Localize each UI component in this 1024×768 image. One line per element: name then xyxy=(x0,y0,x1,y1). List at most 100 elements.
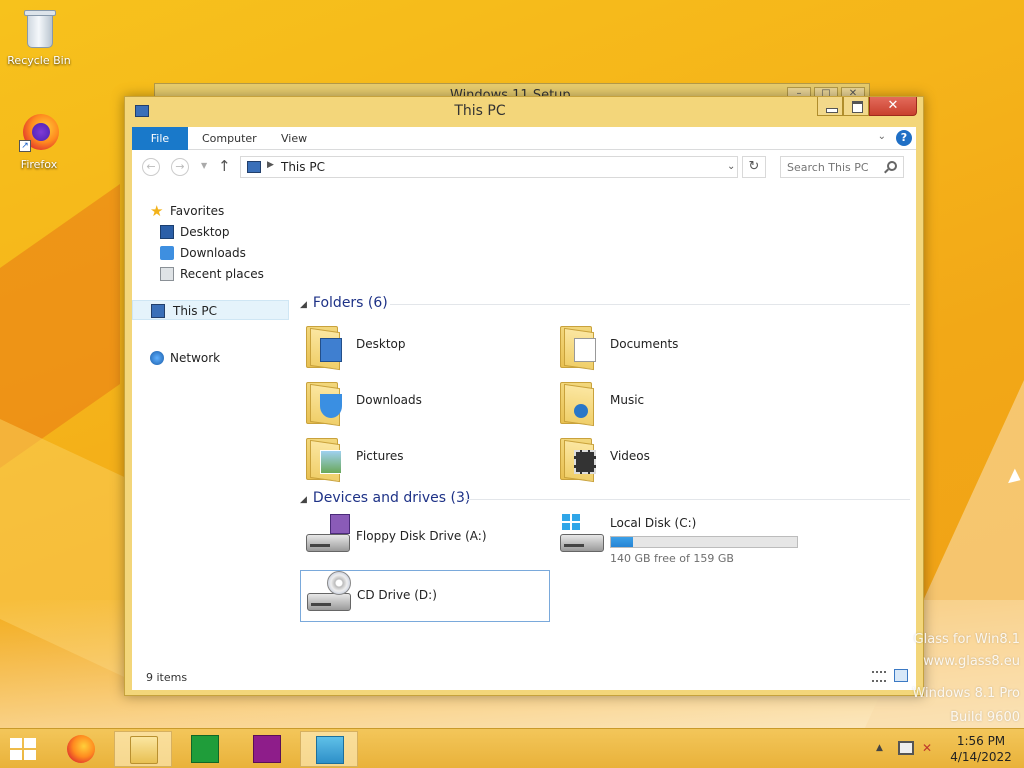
computer-icon xyxy=(151,304,165,318)
recent-places-icon xyxy=(160,267,174,281)
watermark-line: www.glass8.eu xyxy=(923,654,1020,669)
close-button[interactable]: ✕ xyxy=(869,97,917,116)
folder-label: Desktop xyxy=(356,337,406,351)
desktop-icon xyxy=(160,225,174,239)
shortcut-arrow-icon: ↗ xyxy=(19,140,31,152)
desktop-icon-firefox[interactable]: ↗ Firefox xyxy=(3,112,75,171)
disk-free-space: 140 GB free of 159 GB xyxy=(610,552,734,565)
show-hidden-icons-icon[interactable]: ▲ xyxy=(876,743,883,753)
desktop-icon-recycle-bin[interactable]: Recycle Bin xyxy=(3,8,75,67)
watermark-line: Build 9600 xyxy=(950,710,1020,725)
collapse-icon[interactable]: ◢ xyxy=(300,495,307,505)
drive-label: CD Drive (D:) xyxy=(357,588,437,602)
folder-desktop[interactable]: Desktop xyxy=(300,320,550,372)
sidebar-item-label: Recent places xyxy=(180,267,264,281)
help-icon[interactable]: ? xyxy=(896,130,912,146)
folder-documents[interactable]: Documents xyxy=(554,320,804,372)
start-button[interactable] xyxy=(10,738,38,762)
drive-cd[interactable]: CD Drive (D:) xyxy=(300,570,550,622)
windows-logo-icon xyxy=(562,514,580,530)
downloads-icon xyxy=(160,246,174,260)
folder-label: Videos xyxy=(610,449,650,463)
disk-usage-bar xyxy=(610,536,798,548)
sidebar-item-label: Downloads xyxy=(180,246,246,260)
folder-music[interactable]: Music xyxy=(554,376,804,428)
hard-drive-icon xyxy=(560,514,604,552)
volume-muted-icon[interactable]: ✕ xyxy=(922,741,936,755)
up-button[interactable]: ↑ xyxy=(218,157,231,175)
group-header-folders[interactable]: ◢ Folders (6) xyxy=(300,295,388,311)
group-header-label: Folders (6) xyxy=(312,295,388,311)
drive-local-disk[interactable]: Local Disk (C:) 140 GB free of 159 GB xyxy=(554,512,804,565)
star-icon: ★ xyxy=(150,202,164,220)
taskbar-item-camera[interactable] xyxy=(238,731,296,767)
network-status-icon[interactable] xyxy=(898,741,914,755)
title-bar[interactable]: This PC ✕ xyxy=(125,97,923,127)
film-strip-icon xyxy=(574,450,596,474)
drive-label: Floppy Disk Drive (A:) xyxy=(356,529,487,543)
folder-label: Downloads xyxy=(356,393,422,407)
expand-ribbon-icon[interactable]: ⌄ xyxy=(878,131,886,142)
taskbar-item-store[interactable] xyxy=(176,731,234,767)
tab-file[interactable]: File xyxy=(132,127,188,150)
search-input[interactable] xyxy=(787,158,885,176)
sidebar-item-label: Favorites xyxy=(170,204,225,218)
sidebar-item-label: Desktop xyxy=(180,225,230,239)
maximize-button[interactable] xyxy=(843,97,869,116)
folder-icon xyxy=(306,322,344,371)
setup-icon xyxy=(316,736,344,764)
taskbar-item-file-explorer[interactable] xyxy=(114,731,172,767)
refresh-button[interactable]: ↻ xyxy=(742,156,766,178)
watermark-line: Glass for Win8.1 xyxy=(913,632,1020,647)
folder-label: Documents xyxy=(610,337,679,351)
document-icon xyxy=(574,338,596,362)
folder-downloads[interactable]: Downloads xyxy=(300,376,550,428)
folder-icon xyxy=(560,322,598,371)
window-title: This PC xyxy=(454,103,506,119)
search-box[interactable] xyxy=(780,156,904,178)
desktop-icon xyxy=(320,338,342,362)
navigation-pane: ★ Favorites Desktop Downloads Recent pla… xyxy=(132,195,292,665)
large-icons-view-icon[interactable] xyxy=(894,669,908,682)
forward-button[interactable]: → xyxy=(171,158,189,176)
group-header-devices[interactable]: ◢ Devices and drives (3) xyxy=(300,490,470,506)
watermark-line: Windows 8.1 Pro xyxy=(912,686,1020,701)
status-bar: 9 items xyxy=(132,665,916,689)
search-icon[interactable] xyxy=(887,161,897,171)
collapse-icon[interactable]: ◢ xyxy=(300,300,307,310)
folder-pictures[interactable]: Pictures xyxy=(300,432,550,484)
folder-icon xyxy=(306,434,344,483)
address-bar[interactable]: ▶ This PC ⌄ xyxy=(240,156,738,178)
desktop-icon-label: Recycle Bin xyxy=(7,54,71,67)
group-header-label: Devices and drives (3) xyxy=(312,490,471,506)
recent-locations-icon[interactable]: ▼ xyxy=(201,161,207,170)
floppy-drive-icon xyxy=(306,514,350,552)
clock-date: 4/14/2022 xyxy=(950,750,1012,764)
taskbar-item-setup[interactable] xyxy=(300,731,358,767)
chevron-right-icon[interactable]: ▶ xyxy=(267,160,274,170)
cd-drive-icon xyxy=(307,571,351,611)
folder-videos[interactable]: Videos xyxy=(554,432,804,484)
folder-icon xyxy=(130,736,158,764)
folder-icon xyxy=(560,434,598,483)
drive-floppy[interactable]: Floppy Disk Drive (A:) xyxy=(300,512,550,564)
clock-time: 1:56 PM xyxy=(956,734,1006,748)
minimize-button[interactable] xyxy=(817,97,843,116)
divider xyxy=(390,304,910,305)
tab-view[interactable]: View xyxy=(281,127,307,150)
folder-icon xyxy=(560,378,598,427)
item-count: 9 items xyxy=(146,671,188,684)
details-view-icon[interactable] xyxy=(872,671,886,682)
sidebar-item-this-pc[interactable]: This PC xyxy=(132,300,289,320)
firefox-icon xyxy=(67,735,95,763)
clock[interactable]: 1:56 PM 4/14/2022 xyxy=(944,733,1018,765)
taskbar-item-firefox[interactable] xyxy=(52,731,110,767)
disk-usage-fill xyxy=(611,537,634,547)
explorer-window[interactable]: This PC ✕ File Computer View ⌄ ? ← → ▼ ↑… xyxy=(124,96,924,696)
desktop-icon-label: Firefox xyxy=(20,158,58,171)
chevron-down-icon[interactable]: ⌄ xyxy=(727,161,735,172)
back-button[interactable]: ← xyxy=(142,158,160,176)
computer-icon xyxy=(247,161,261,173)
tab-computer[interactable]: Computer xyxy=(202,127,257,150)
folder-label: Pictures xyxy=(356,449,404,463)
